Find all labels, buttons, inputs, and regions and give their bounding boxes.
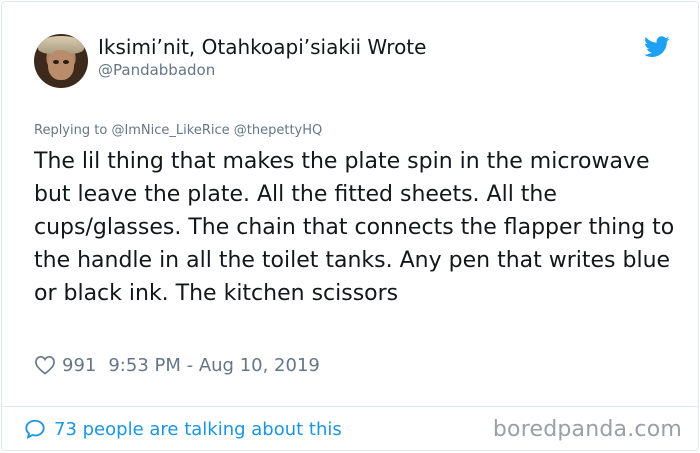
tweet-card: Iksimi’nit, Otahkoapi’siakii Wrote @Pand…: [1, 1, 699, 451]
conversation-link[interactable]: 73 people are talking about this: [24, 414, 342, 444]
reply-context: Replying to @ImNice_LikeRice @thepettyHQ: [34, 123, 322, 139]
timestamp[interactable]: 9:53 PM - Aug 10, 2019: [108, 355, 320, 376]
screen-name[interactable]: @Pandabbadon: [98, 61, 215, 79]
like-count: 991: [62, 354, 97, 376]
reply-prefix: Replying to: [34, 123, 108, 138]
twitter-bird-icon[interactable]: [644, 36, 670, 58]
divider: [2, 406, 698, 407]
avatar-face: [48, 50, 74, 80]
avatar-eye-left: [53, 60, 59, 64]
reply-mentions[interactable]: @ImNice_LikeRice @thepettyHQ: [111, 123, 322, 138]
display-name[interactable]: Iksimi’nit, Otahkoapi’siakii Wrote: [98, 34, 426, 60]
watermark: boredpanda.com: [492, 417, 682, 442]
speech-bubble-icon: [25, 419, 45, 439]
avatar[interactable]: [34, 34, 88, 88]
talking-count[interactable]: 73 people are talking about this: [54, 419, 342, 440]
tweet-text: The lil thing that makes the plate spin …: [34, 149, 675, 306]
tweet-meta: 991 9:53 PM - Aug 10, 2019: [34, 352, 320, 378]
avatar-eye-right: [63, 60, 69, 64]
heart-icon[interactable]: [34, 355, 56, 375]
